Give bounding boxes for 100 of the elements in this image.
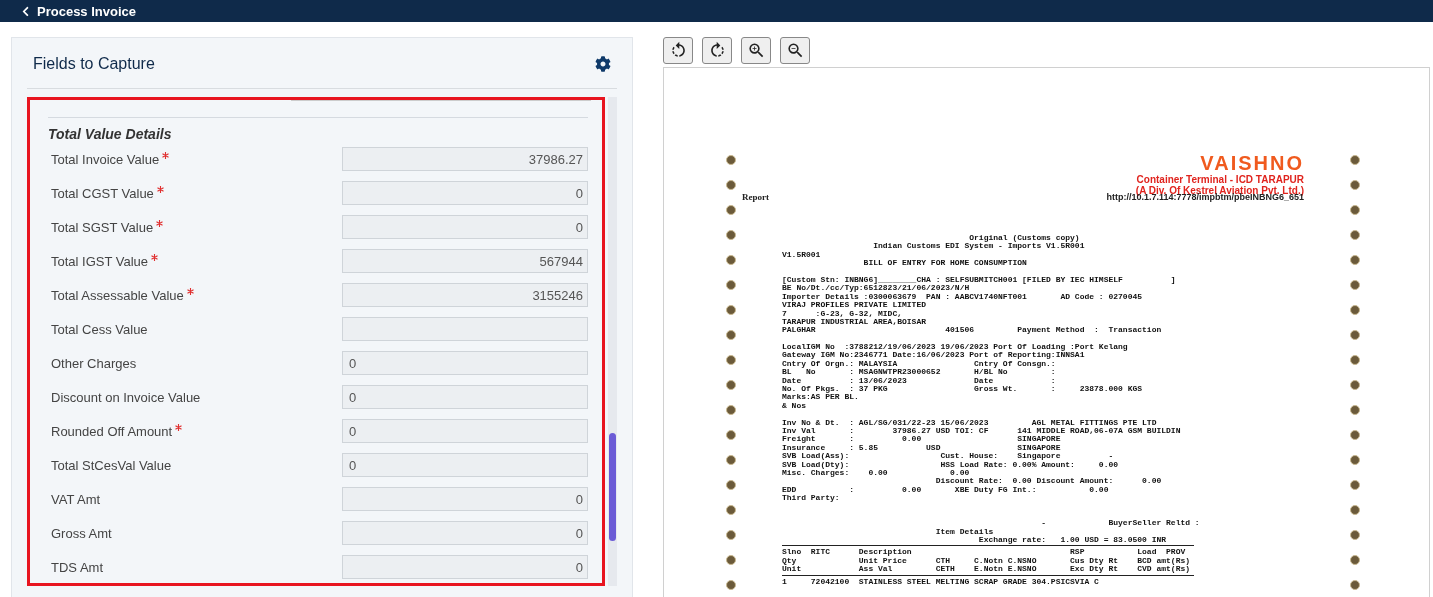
document-text-line: No. Of Pkgs. : 37 PKG Gross Wt. : 23878.000 KGS xyxy=(782,385,1143,394)
punch-hole-icon xyxy=(1350,205,1360,215)
document-text-line: VIRAJ PROFILES PRIVATE LIMITED xyxy=(782,301,927,310)
punch-hole-icon xyxy=(1350,505,1360,515)
input-field[interactable]: 3155246 xyxy=(342,283,588,307)
punch-hole-icon xyxy=(726,530,736,540)
field-label: Discount on Invoice Value xyxy=(50,389,202,405)
required-asterisk-icon xyxy=(151,253,159,261)
field-label: Total Invoice Value xyxy=(48,151,342,167)
punch-hole-icon xyxy=(1350,230,1360,240)
punch-hole-icon xyxy=(1350,405,1360,415)
document-text-line: V1.5R001 xyxy=(782,250,821,260)
punch-hole-icon xyxy=(726,405,736,415)
field-label: Rounded Off Amount xyxy=(48,423,342,439)
punch-hole-icon xyxy=(1350,380,1360,390)
punch-hole-icon xyxy=(1350,555,1360,565)
document-text-line: Date : 13/06/2023 Date : xyxy=(782,376,1056,386)
input-field[interactable]: 0 xyxy=(342,385,588,409)
document-text-line: Misc. Charges: 0.00 0.00 xyxy=(782,468,970,478)
rotate-left-button[interactable] xyxy=(663,37,693,64)
punch-hole-icon xyxy=(726,380,736,390)
input-field[interactable]: 0 xyxy=(342,419,588,443)
required-asterisk-icon xyxy=(175,423,183,431)
document-text-line: LocalIGM No :3788212/19/06/2023 19/06/2023 Port Of Loading :Port Kelang xyxy=(782,343,1128,352)
punch-hole-icon xyxy=(726,255,736,265)
input-field[interactable]: 0 xyxy=(342,453,588,477)
field-label: Total Assessable Value xyxy=(48,287,342,303)
punch-hole-icon xyxy=(726,305,736,315)
document-text-line: Indian Customs EDI System - Imports V1.5R001 xyxy=(872,242,1085,251)
rotate-right-button[interactable] xyxy=(702,37,732,64)
required-asterisk-icon xyxy=(156,219,164,227)
document-text-line: TARAPUR INDUSTRIAL AREA,BOISAR xyxy=(782,317,927,327)
punch-hole-icon xyxy=(1350,430,1360,440)
input-field[interactable]: 0 xyxy=(342,555,588,579)
punch-hole-icon xyxy=(726,205,736,215)
document-text-line: BE No/Dt./cc/Typ:6512823/21/06/2023/N/H xyxy=(782,284,970,293)
back-icon[interactable] xyxy=(20,5,31,17)
document-text-line: Slno RITC Description RSP Load PROV xyxy=(782,548,1186,557)
document-text-line: Original (Customs copy) xyxy=(969,234,1080,242)
input-field[interactable]: 0 xyxy=(342,521,588,545)
punch-hole-icon xyxy=(1350,455,1360,465)
field-label: TDS Amt xyxy=(50,559,104,575)
zoom-out-button[interactable] xyxy=(780,37,810,64)
document-text-line: - BuyerSeller Reltd : xyxy=(1040,519,1200,528)
panel-title: Fields to Capture xyxy=(33,54,155,73)
field-label: Total StCesVal Value xyxy=(50,457,173,473)
document-text-line: [Custom Stn: INBNG6]________CHA : SELFSUBMITCH001 [FILED BY IEC HIMSELF ] xyxy=(782,275,1176,284)
document-text-line: Exchange rate: 1.00 USD = 83.0500 INR xyxy=(977,536,1167,545)
field-label: Gross Amt xyxy=(50,525,113,541)
input-field[interactable]: 0 xyxy=(342,487,588,511)
field-label: Total IGST Value xyxy=(48,253,342,269)
document-text-line: Third Party: xyxy=(782,494,840,503)
input-field[interactable]: 0 xyxy=(342,181,588,205)
punch-hole-icon xyxy=(1350,305,1360,315)
document-text-line: EDD : 0.00 XBE Duty FG Int.: 0.00 xyxy=(782,485,1109,495)
punch-hole-icon xyxy=(1350,280,1360,290)
zoom-out-icon xyxy=(785,41,805,60)
punch-hole-icon xyxy=(1350,255,1360,265)
section-heading: Total Value Details xyxy=(48,117,588,142)
settings-icon[interactable] xyxy=(595,55,611,72)
punch-hole-icon xyxy=(726,555,736,565)
document-text-line: BL No : MSAGNWTPR23000652 H/BL No : xyxy=(782,368,1056,377)
input-field[interactable]: 567944 xyxy=(342,249,588,273)
document-text-line: Gateway IGM No:2346771 Date:16/06/2023 Port of Reporting:INNSA1 xyxy=(782,351,1085,360)
punch-hole-icon xyxy=(726,580,736,590)
punch-hole-icon xyxy=(1350,180,1360,190)
logo-subtitle: Container Terminal - ICD TARAPUR xyxy=(1136,174,1304,185)
document-text-line: Unit Ass Val CETH E.Notn E.NSNO Exc Dty Rt CVD amt(Rs) xyxy=(782,565,1191,574)
document-text-line: SVB Load(Dty): HSS Load Rate: 0.00% Amount: 0.00 xyxy=(782,460,1119,469)
punch-hole-icon xyxy=(726,155,736,165)
field-label: Total Cess Value xyxy=(50,321,149,337)
input-field[interactable]: 0 xyxy=(342,215,588,239)
required-asterisk-icon xyxy=(186,287,194,295)
zoom-in-button[interactable] xyxy=(741,37,771,64)
document-text-line: Inv No & Dt. : AGL/SG/031/22-23 15/06/2023 AGL METAL FITTINGS PTE LTD xyxy=(782,418,1157,427)
document-text-line: & Nos xyxy=(782,401,806,411)
document-text-line: Qty Unit Price CTH C.Notn C.NSNO Cus Dty Rt BCD amt(Rs) xyxy=(782,556,1191,565)
punch-hole-icon xyxy=(726,280,736,290)
punch-hole-icon xyxy=(726,180,736,190)
logo-text: VAISHNO xyxy=(1200,152,1304,174)
document-text-line: Item Details xyxy=(934,527,994,537)
document-text-line: BILL OF ENTRY FOR HOME CONSUMPTION xyxy=(862,259,1027,268)
punch-hole-icon xyxy=(1350,580,1360,590)
input-field[interactable]: 37986.27 xyxy=(342,147,588,171)
document-text-line: 7 :G-23, G-32, MIDC, xyxy=(782,309,903,318)
field-label: Total SGST Value xyxy=(48,219,342,235)
field-label: VAT Amt xyxy=(50,491,102,507)
punch-hole-icon xyxy=(1350,330,1360,340)
document-text-line: Importer Details :0300063679 PAN : AABCV1740NFT001 AD Code : 0270045 xyxy=(782,292,1143,301)
document-text-line: Marks:AS PER BL. xyxy=(782,393,859,402)
punch-hole-icon xyxy=(726,455,736,465)
document-text-line: 1 72042100 STAINLESS STEEL MELTING SCRAP GRADE 304.PSICSVIA C xyxy=(782,577,1099,586)
punch-hole-icon xyxy=(726,430,736,440)
document-text-line: Freight : 0.00 SINGAPORE xyxy=(782,435,1061,444)
document-text-line: SVB Load(Ass): Cust. House: Singapore - xyxy=(782,452,1114,461)
punch-hole-icon xyxy=(726,480,736,490)
field-label: Other Charges xyxy=(50,355,138,371)
input-field[interactable]: 0 xyxy=(342,351,588,375)
punch-hole-icon xyxy=(1350,480,1360,490)
punch-hole-icon xyxy=(726,330,736,340)
